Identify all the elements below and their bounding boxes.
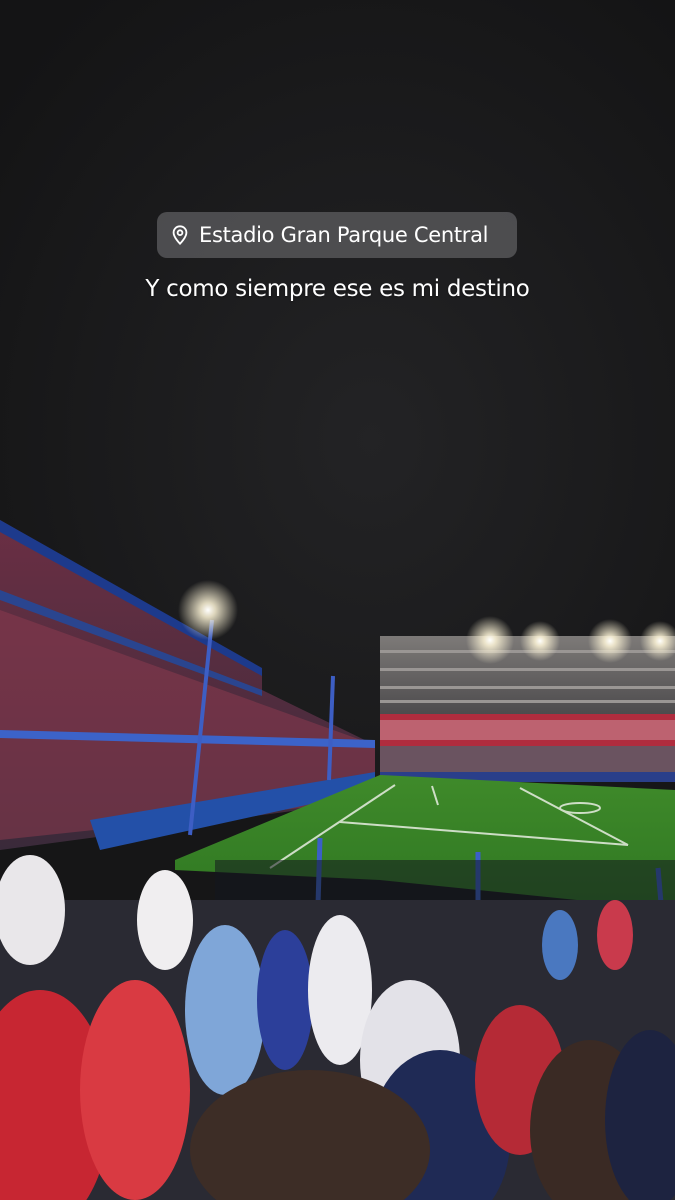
story-overlay: Estadio Gran Parque Central Y como siemp… [0, 0, 675, 1200]
location-sticker[interactable]: Estadio Gran Parque Central [157, 212, 517, 258]
location-label: Estadio Gran Parque Central [199, 223, 489, 247]
location-pin-icon [172, 225, 188, 245]
story-caption: Y como siempre ese es mi destino [145, 276, 530, 302]
